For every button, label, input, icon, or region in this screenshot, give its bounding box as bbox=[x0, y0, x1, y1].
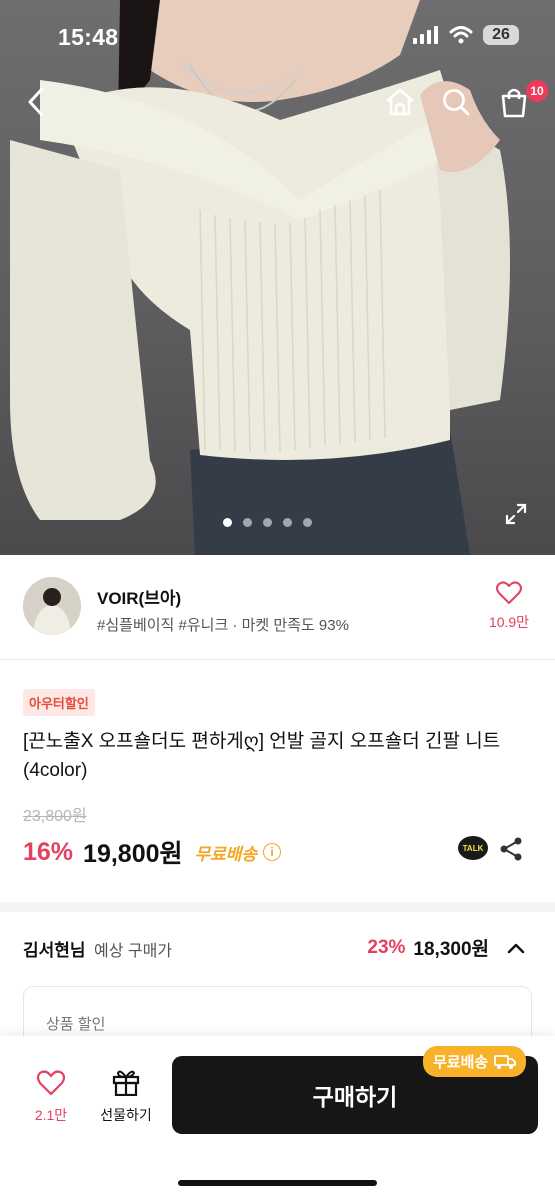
gift-label: 선물하기 bbox=[100, 1107, 152, 1123]
gift-icon bbox=[112, 1070, 140, 1097]
free-shipping-label: 무료배송 bbox=[194, 844, 258, 864]
wifi-icon bbox=[449, 26, 473, 44]
search-button[interactable] bbox=[438, 84, 474, 120]
home-indicator bbox=[178, 1180, 377, 1186]
heart-icon bbox=[36, 1070, 66, 1096]
product-discount-label: 상품 할인 bbox=[46, 1016, 106, 1033]
section-divider bbox=[0, 902, 555, 912]
expected-price: 18,300원 bbox=[413, 939, 489, 960]
expand-icon[interactable] bbox=[504, 502, 528, 526]
product-image-gallery[interactable]: 15:48 26 10 bbox=[0, 0, 555, 555]
gallery-dot[interactable] bbox=[223, 518, 232, 527]
sale-price: 19,800원 bbox=[83, 840, 183, 868]
price-row: 16% 19,800원 무료배송 i bbox=[23, 834, 282, 870]
gift-button[interactable]: 선물하기 bbox=[93, 1068, 159, 1125]
shopping-bag-icon bbox=[501, 88, 527, 118]
promo-badge: 아우터할인 bbox=[23, 689, 95, 716]
back-button[interactable] bbox=[18, 84, 54, 120]
seller-name[interactable]: VOIR(브아) bbox=[97, 584, 181, 609]
gallery-dot[interactable] bbox=[303, 518, 312, 527]
free-shipping-pill-label: 무료배송 bbox=[433, 1054, 489, 1071]
like-count: 2.1만 bbox=[34, 1107, 68, 1123]
truck-icon bbox=[494, 1054, 517, 1069]
gallery-pagination bbox=[223, 518, 312, 527]
heart-icon bbox=[496, 581, 522, 604]
store-like-count: 10.9만 bbox=[488, 614, 530, 630]
seller-info[interactable]: VOIR(브아) #심플베이직 #유니크 · 마켓 만족도 93% 10.9만 bbox=[0, 555, 555, 660]
user-name: 김서현님 bbox=[23, 941, 86, 960]
gallery-dot[interactable] bbox=[283, 518, 292, 527]
bottom-action-bar: 2.1만 선물하기 구매하기 무료배송 bbox=[0, 1036, 555, 1200]
status-time: 15:48 bbox=[58, 24, 119, 50]
like-button[interactable]: 2.1만 bbox=[28, 1070, 74, 1125]
gallery-dot[interactable] bbox=[263, 518, 272, 527]
status-icons: 26 bbox=[413, 25, 519, 45]
expected-price-label: 예상 구매가 bbox=[94, 943, 173, 960]
status-bar: 15:48 26 bbox=[0, 0, 555, 70]
original-price: 23,800원 bbox=[23, 808, 87, 825]
seller-avatar[interactable] bbox=[23, 577, 81, 635]
expected-price-row[interactable]: 김서현님 예상 구매가 23% 18,300원 bbox=[0, 912, 555, 982]
share-icon[interactable] bbox=[498, 836, 524, 862]
search-icon bbox=[443, 89, 470, 116]
chevron-left-icon bbox=[28, 87, 44, 117]
expected-discount: 23% bbox=[367, 936, 406, 958]
chevron-up-icon[interactable] bbox=[505, 937, 527, 959]
signal-icon bbox=[413, 26, 438, 44]
home-button[interactable] bbox=[382, 84, 418, 120]
kakaotalk-icon[interactable]: TALK bbox=[458, 836, 488, 860]
avatar-image bbox=[23, 577, 81, 635]
store-like-button[interactable]: 10.9만 bbox=[484, 581, 534, 632]
gallery-dot[interactable] bbox=[243, 518, 252, 527]
cart-count-badge: 10 bbox=[526, 80, 548, 102]
seller-tags: #심플베이직 #유니크 · 마켓 만족도 93% bbox=[97, 617, 349, 634]
info-icon[interactable]: i bbox=[263, 843, 282, 861]
battery-indicator: 26 bbox=[483, 25, 519, 45]
home-icon bbox=[386, 88, 414, 116]
discount-rate: 16% bbox=[23, 837, 74, 866]
expected-price-values: 23% 18,300원 bbox=[367, 934, 527, 961]
product-title: [끈노출X 오프숄더도 편하게ღ] 언발 골지 오프숄더 긴팔 니트 (4col… bbox=[23, 731, 501, 781]
free-shipping-pill: 무료배송 bbox=[423, 1046, 527, 1077]
